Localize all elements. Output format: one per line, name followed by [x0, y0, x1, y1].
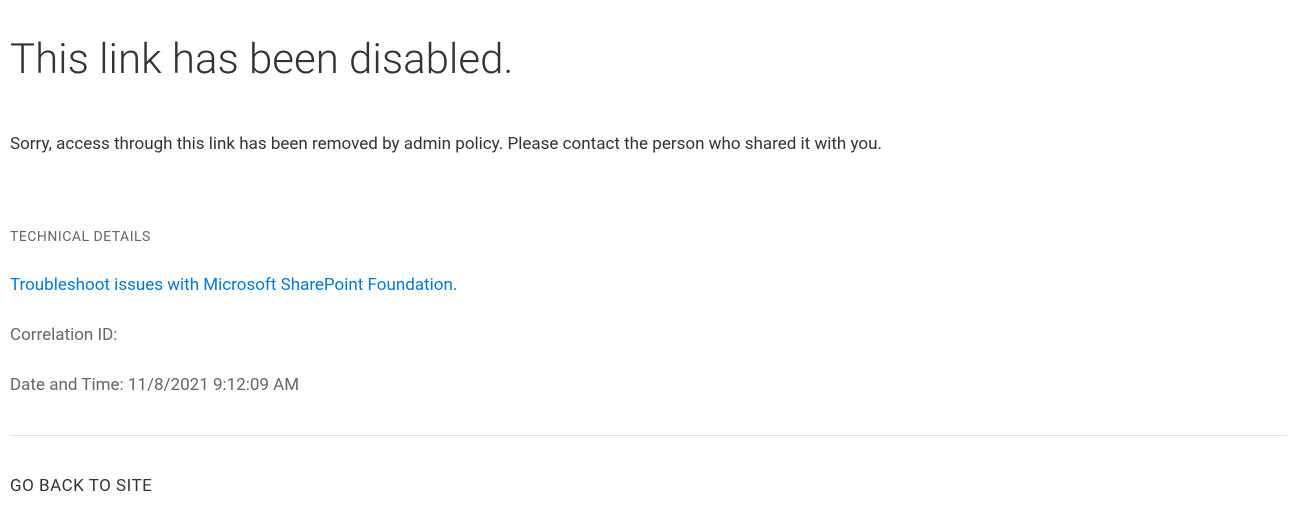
divider — [10, 435, 1287, 436]
date-time: Date and Time: 11/8/2021 9:12:09 AM — [10, 375, 1287, 395]
troubleshoot-link[interactable]: Troubleshoot issues with Microsoft Share… — [10, 275, 457, 295]
correlation-id: Correlation ID: — [10, 325, 1287, 345]
technical-details-header: TECHNICAL DETAILS — [10, 229, 1287, 245]
page-title: This link has been disabled. — [10, 35, 1287, 84]
error-message: Sorry, access through this link has been… — [10, 134, 1287, 154]
go-back-to-site-link[interactable]: GO BACK TO SITE — [10, 476, 152, 496]
